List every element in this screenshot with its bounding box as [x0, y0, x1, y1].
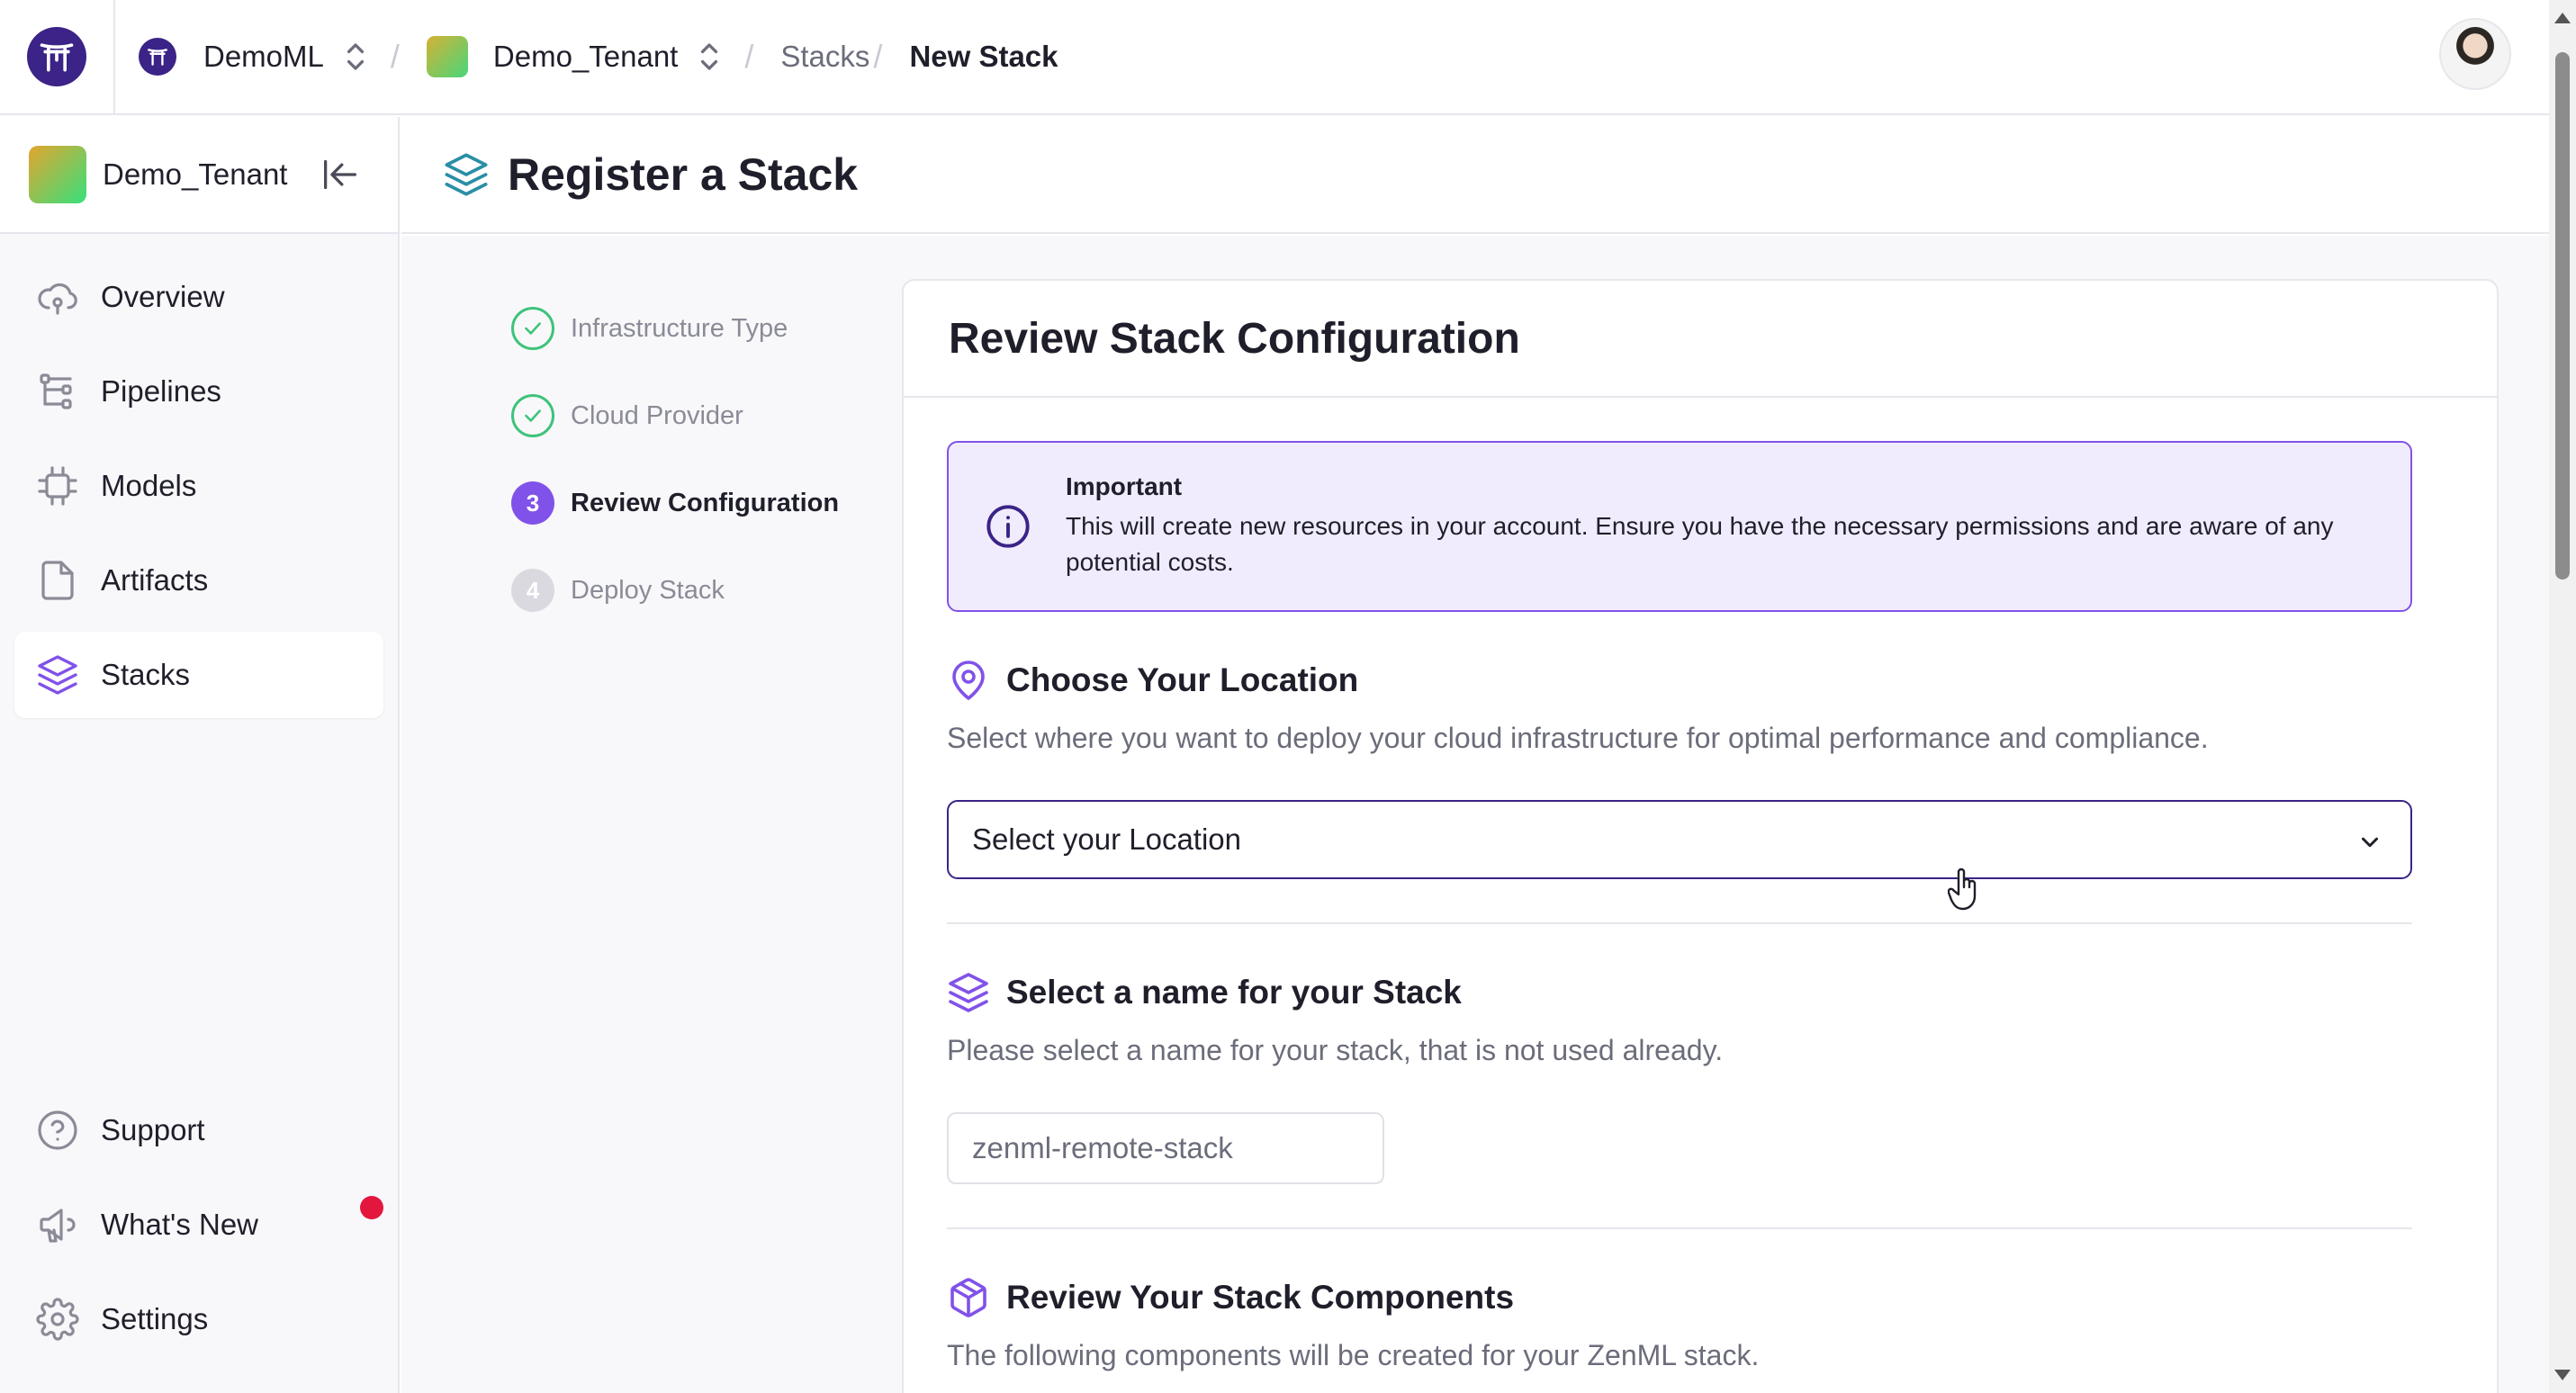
step-review-configuration[interactable]: 3 Review Configuration: [511, 473, 839, 533]
stack-name-input-value: zenml-remote-stack: [972, 1131, 1233, 1164]
models-icon: [38, 466, 77, 506]
step-cloud-provider[interactable]: Cloud Provider: [511, 386, 839, 445]
check-circle-icon: [511, 307, 554, 350]
sidebar-item-label: Overview: [101, 280, 225, 313]
help-icon: [38, 1110, 77, 1150]
brand-cell: [0, 0, 115, 114]
chevron-up-down-icon: [701, 43, 718, 70]
location-select[interactable]: Select your Location: [947, 800, 2412, 879]
scroll-up-arrow-icon[interactable]: [2554, 13, 2571, 23]
breadcrumb-separator: /: [873, 38, 883, 75]
sidebar-item-label: Artifacts: [101, 563, 209, 597]
sidebar-tenant-name: Demo_Tenant: [103, 157, 288, 191]
stack-name-description: Please select a name for your stack, tha…: [947, 1034, 1724, 1066]
components-section-title: Review Your Stack Components: [947, 1276, 2454, 1319]
package-icon: [950, 1278, 986, 1317]
sidebar-item-label: Models: [101, 469, 197, 502]
step-deploy-stack: 4 Deploy Stack: [511, 561, 839, 620]
main-content: Infrastructure Type Cloud Provider 3 Rev…: [401, 236, 2549, 1393]
hand-pointer-cursor-icon: [1948, 867, 1977, 911]
breadcrumb: DemoML / Demo_Tenant / Stacks / New Stac…: [115, 0, 1058, 114]
location-description: Select where you want to deploy your clo…: [947, 722, 2209, 754]
tenant-avatar: [426, 36, 468, 77]
location-select-value: Select your Location: [972, 822, 1242, 856]
location-section-title: Choose Your Location: [947, 659, 2454, 702]
sidebar-item-artifacts[interactable]: Artifacts: [14, 537, 383, 624]
card-header: Review Stack Configuration: [904, 281, 2497, 398]
megaphone-icon: [40, 1209, 76, 1243]
card-title: Review Stack Configuration: [949, 314, 1520, 363]
breadcrumb-separator: /: [744, 38, 754, 75]
org-logo-icon: [139, 38, 176, 76]
card-body: Important This will create new resources…: [904, 398, 2497, 1372]
review-config-card: Review Stack Configuration Important Thi…: [902, 279, 2499, 1393]
breadcrumb-separator: /: [390, 38, 400, 75]
stack-name-section-title: Select a name for your Stack: [947, 971, 2454, 1014]
important-notice: Important This will create new resources…: [947, 441, 2412, 612]
page-scrollbar[interactable]: [2549, 0, 2576, 1393]
org-switcher[interactable]: DemoML: [139, 38, 387, 76]
components-title-text: Review Your Stack Components: [1006, 1279, 1515, 1316]
stack-name-input[interactable]: zenml-remote-stack: [947, 1112, 1384, 1184]
stacks-icon: [445, 153, 488, 196]
stacks-icon: [949, 973, 988, 1012]
breadcrumb-current: New Stack: [909, 40, 1058, 73]
step-label: Deploy Stack: [571, 575, 725, 605]
sidebar-item-label: Stacks: [101, 658, 191, 691]
stack-name-title-text: Select a name for your Stack: [1006, 974, 1462, 1011]
sidebar-bottom-nav: Support What's New Settings: [14, 1087, 383, 1371]
step-infrastructure-type[interactable]: Infrastructure Type: [511, 299, 839, 358]
collapse-sidebar-icon[interactable]: [320, 157, 361, 193]
notice-title: Important: [1066, 472, 1183, 500]
stacks-icon: [38, 655, 77, 695]
sidebar-item-label: Pipelines: [101, 374, 221, 408]
sidebar-item-support[interactable]: Support: [14, 1087, 383, 1173]
breadcrumb-stacks-link[interactable]: Stacks: [780, 40, 869, 74]
sidebar-nav: Overview Pipelines Models Artifacts Stac…: [0, 234, 398, 718]
page-title: Register a Stack: [508, 149, 859, 200]
chevron-down-icon: [2362, 837, 2378, 848]
tenant-switcher[interactable]: Demo_Tenant: [426, 36, 741, 77]
zenml-logo-icon[interactable]: [27, 27, 86, 86]
sidebar-item-overview[interactable]: Overview: [14, 254, 383, 340]
step-label: Cloud Provider: [571, 400, 743, 430]
wizard-steps: Infrastructure Type Cloud Provider 3 Rev…: [511, 299, 839, 648]
components-description: The following components will be created…: [947, 1339, 1760, 1371]
sidebar-item-pipelines[interactable]: Pipelines: [14, 348, 383, 435]
chevron-up-down-icon: [347, 43, 364, 70]
sidebar-item-stacks[interactable]: Stacks: [14, 632, 383, 718]
page-header: Register a Stack: [401, 117, 2549, 234]
gear-icon: [36, 1298, 79, 1341]
sidebar-item-whats-new[interactable]: What's New: [14, 1182, 383, 1268]
map-pin-icon: [952, 661, 985, 700]
info-icon: [986, 505, 1030, 548]
sidebar-item-models[interactable]: Models: [14, 443, 383, 529]
sidebar-item-label: What's New: [101, 1208, 259, 1241]
overview-icon: [38, 283, 77, 315]
step-number-badge: 4: [511, 569, 554, 612]
notice-text: This will create new resources in your a…: [1066, 512, 2334, 576]
sidebar-item-label: Settings: [101, 1302, 209, 1335]
step-number-badge: 3: [511, 481, 554, 525]
top-bar: DemoML / Demo_Tenant / Stacks / New Stac…: [0, 0, 2549, 115]
tenant-name: Demo_Tenant: [492, 40, 679, 73]
check-circle-icon: [511, 394, 554, 437]
sidebar: Demo_Tenant Overview Pipelines Models Ar…: [0, 117, 400, 1393]
notification-dot: [360, 1196, 383, 1219]
step-label: Infrastructure Type: [571, 313, 788, 343]
org-name: DemoML: [203, 40, 324, 73]
scrollbar-thumb[interactable]: [2555, 52, 2570, 580]
artifacts-icon: [41, 561, 74, 600]
location-title-text: Choose Your Location: [1006, 661, 1359, 698]
sidebar-header: Demo_Tenant: [0, 117, 398, 234]
step-label: Review Configuration: [571, 488, 840, 517]
sidebar-item-label: Support: [101, 1113, 205, 1146]
sidebar-item-settings[interactable]: Settings: [14, 1276, 383, 1362]
user-avatar[interactable]: [2439, 18, 2511, 90]
pipelines-icon: [40, 373, 72, 409]
tenant-avatar: [29, 146, 86, 203]
scroll-down-arrow-icon[interactable]: [2554, 1370, 2571, 1380]
